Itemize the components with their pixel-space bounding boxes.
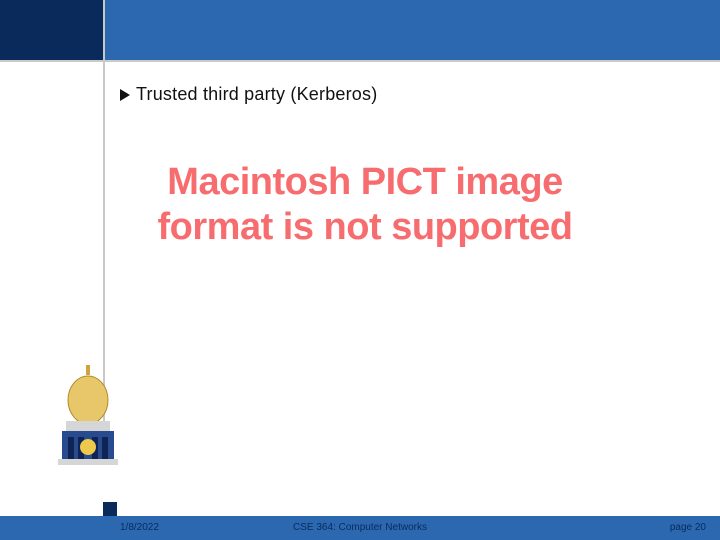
unsupported-format-message: Macintosh PICT image format is not suppo…: [130, 160, 600, 250]
header-dark-block: [0, 0, 103, 60]
bullet-text: Trusted third party (Kerberos): [136, 84, 377, 105]
bullet-item: Trusted third party (Kerberos): [120, 84, 377, 105]
horizontal-divider: [0, 60, 720, 62]
footer-band: 1/8/2022 CSE 364: Computer Networks page…: [0, 516, 720, 540]
footer-accent-box: [103, 502, 117, 516]
footer-page: page 20: [670, 522, 706, 533]
triangle-bullet-icon: [120, 89, 130, 101]
header-band: [0, 0, 720, 60]
footer-course: CSE 364: Computer Networks: [293, 522, 427, 533]
dome-logo: [54, 365, 124, 485]
footer-date: 1/8/2022: [120, 522, 159, 533]
